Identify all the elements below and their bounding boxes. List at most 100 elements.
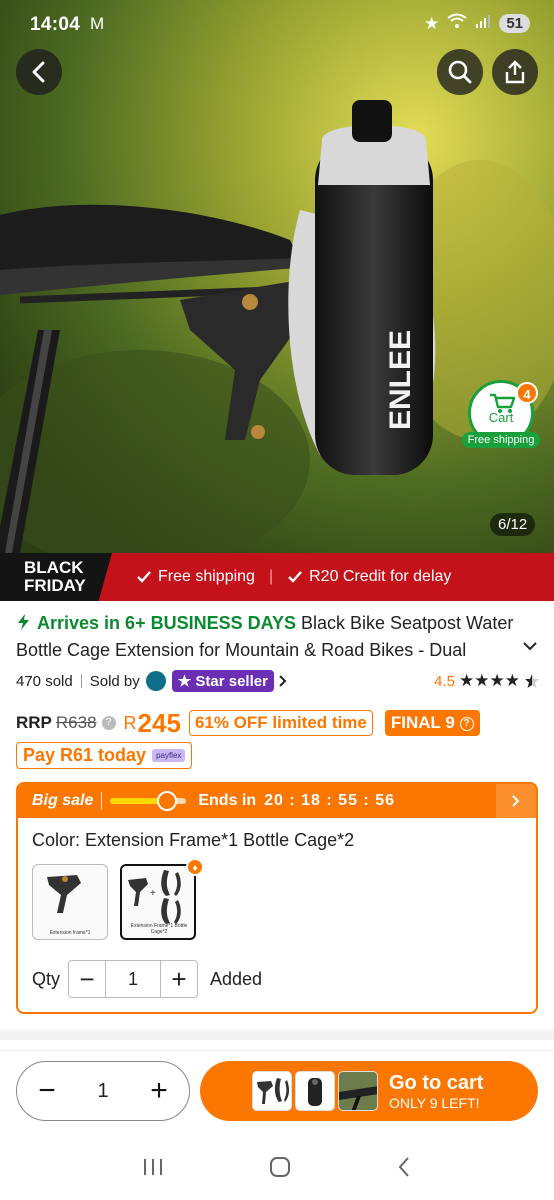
currency-symbol: R: [123, 712, 137, 733]
rating-value: 4.5: [434, 672, 456, 690]
decrement-button[interactable]: −: [69, 961, 105, 997]
back-nav-icon[interactable]: [396, 1156, 412, 1185]
home-icon[interactable]: [268, 1155, 292, 1186]
bottom-increment-button[interactable]: +: [145, 1074, 173, 1108]
color-title: Color: Extension Frame*1 Bottle Cage*2: [32, 830, 355, 850]
black-friday-line2: FRIDAY: [24, 576, 86, 595]
floating-cart-button[interactable]: Cart 4 Free shipping: [462, 380, 540, 452]
sale-price: 245: [137, 707, 181, 738]
free-shipping-item: Free shipping: [136, 568, 255, 586]
battery-icon: 51: [499, 14, 530, 33]
sale-more-button[interactable]: [496, 784, 536, 818]
chevron-right-icon[interactable]: [278, 674, 288, 688]
wifi-icon: [447, 13, 467, 34]
swatch-image-frame: [47, 875, 81, 913]
swatch-frame-and-cages[interactable]: + Extension Frame*1 Bottle Cage*2: [120, 864, 196, 940]
bottom-quantity-value: 1: [97, 1079, 109, 1102]
final-stock-text: FINAL 9: [390, 713, 455, 732]
discount-tag: 61% OFF limited time: [188, 710, 373, 736]
cart-thumb-3: [338, 1071, 378, 1111]
chevron-down-icon[interactable]: [522, 640, 538, 652]
rrp-value: R638: [55, 713, 97, 732]
clock-icon: [157, 791, 178, 811]
promo-bar[interactable]: BLACK FRIDAY Free shipping | R20 Credit …: [0, 553, 554, 601]
search-button[interactable]: [437, 49, 483, 95]
chevron-right-icon: [512, 795, 520, 807]
cart-thumb-1: [252, 1071, 292, 1111]
status-icons: ★ 51: [424, 13, 530, 34]
product-page: ENLEE 14:04 M ★ 51 Cart 4 Free shipping …: [0, 0, 554, 1200]
chevron-left-icon: [32, 61, 45, 83]
price-row: RRP R638 ? R 245 61% OFF limited time FI…: [16, 706, 540, 740]
cart-count-badge: 4: [516, 382, 538, 404]
info-icon[interactable]: ?: [101, 716, 116, 730]
store-logo-icon[interactable]: [145, 671, 166, 691]
stock-left-label: ONLY 9 LEFT!: [389, 1094, 480, 1111]
rating-block[interactable]: 4.5 ★★★★: [434, 671, 540, 691]
arrival-text: Arrives in 6+ BUSINESS DAYS: [37, 613, 296, 633]
meta-divider: [80, 674, 82, 688]
status-time: 14:04: [30, 14, 81, 35]
check-icon: [288, 571, 303, 583]
lightning-icon: [18, 614, 29, 630]
bottom-quantity-stepper[interactable]: − 1 +: [16, 1061, 190, 1121]
credit-delay-item: R20 Credit for delay: [287, 568, 451, 586]
swatch-image-set: +: [128, 870, 181, 924]
image-counter: 6/12: [490, 513, 536, 536]
search-icon: [448, 60, 472, 84]
increment-button[interactable]: +: [161, 961, 197, 997]
quantity-stepper[interactable]: − 1 +: [68, 960, 199, 998]
back-button[interactable]: [16, 49, 62, 95]
black-friday-line1: BLACK: [24, 558, 84, 577]
flame-icon: ♦: [186, 858, 204, 876]
recent-apps-icon[interactable]: [142, 1156, 164, 1184]
seller-meta-row: 470 sold Sold by ★ Star seller 4.5 ★★★★: [16, 668, 540, 694]
product-title[interactable]: Arrives in 6+ BUSINESS DAYS Black Bike S…: [16, 610, 516, 666]
free-shipping-text: Free shipping: [158, 568, 255, 585]
signal-icon: [475, 13, 491, 34]
cart-label: Cart: [488, 410, 514, 425]
svg-text:+: +: [150, 888, 156, 899]
mail-icon: M: [90, 14, 105, 33]
pay-today-row[interactable]: Pay R61 today payflex: [16, 742, 193, 769]
sale-progress-bar: [110, 791, 187, 811]
bottom-action-bar: − 1 + Go to cart ONLY 9 LEFT!: [0, 1050, 554, 1136]
sold-by-label: Sold by: [89, 672, 140, 690]
go-to-cart-label: Go to cart: [389, 1071, 484, 1094]
share-button[interactable]: [492, 49, 538, 95]
star-seller-badge[interactable]: ★ Star seller: [171, 670, 274, 692]
sale-header[interactable]: Big sale Ends in 20 : 18 : 55 : 56: [18, 784, 536, 818]
go-to-cart-button[interactable]: Go to cart ONLY 9 LEFT!: [200, 1061, 538, 1121]
share-icon: [505, 60, 525, 84]
payflex-logo: payflex: [152, 749, 186, 762]
sold-count: 470 sold: [16, 672, 73, 690]
sale-separator: [101, 792, 103, 810]
quantity-row: Qty − 1 + Added: [32, 960, 262, 998]
question-icon: ?: [459, 717, 474, 731]
qty-label: Qty: [32, 968, 61, 989]
system-nav-bar: [0, 1140, 554, 1200]
black-friday-logo: BLACK FRIDAY: [0, 553, 112, 601]
section-divider: [0, 1030, 554, 1040]
swatch-extension-frame[interactable]: Extension frame*1: [32, 864, 108, 940]
cart-free-shipping: Free shipping: [462, 432, 540, 448]
credit-delay-text: R20 Credit for delay: [309, 568, 452, 585]
half-star-icon: [525, 674, 539, 688]
swatch1-caption: Extension frame*1: [49, 930, 91, 936]
star-icon: ★: [424, 13, 440, 33]
bottom-decrement-button[interactable]: −: [33, 1074, 61, 1108]
product-image-gallery[interactable]: ENLEE 14:04 M ★ 51 Cart 4 Free shipping …: [0, 0, 554, 553]
rating-stars-icon: ★★★★: [459, 671, 520, 690]
sale-panel: Big sale Ends in 20 : 18 : 55 : 56 Color…: [16, 782, 538, 1014]
cart-thumb-2: [295, 1071, 335, 1111]
status-bar: 14:04 M ★ 51: [0, 0, 554, 50]
added-status: Added: [210, 968, 263, 989]
go-to-cart-text: Go to cart ONLY 9 LEFT!: [389, 1072, 483, 1111]
countdown-timer: 20 : 18 : 55 : 56: [264, 792, 395, 809]
final-stock-tag[interactable]: FINAL 9 ?: [384, 710, 480, 736]
pay-today-text: Pay R61 today: [23, 745, 147, 765]
svg-text:ENLEE: ENLEE: [384, 330, 417, 430]
check-icon: [137, 571, 151, 583]
big-sale-label: Big sale: [32, 792, 94, 809]
quantity-value[interactable]: 1: [105, 961, 162, 997]
